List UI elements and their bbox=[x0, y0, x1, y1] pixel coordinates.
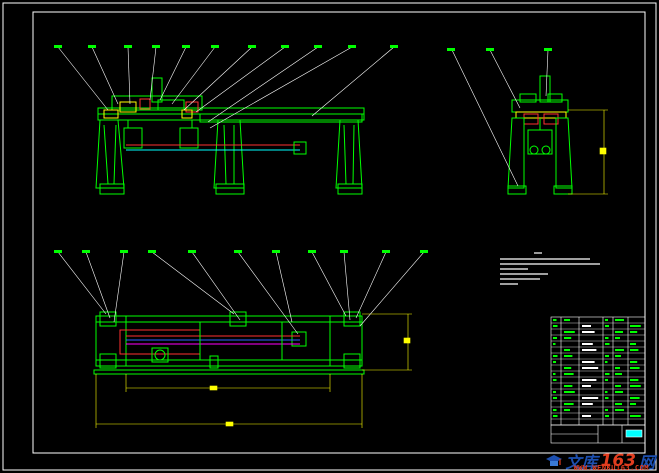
parts-list-cell-mark bbox=[553, 355, 558, 357]
parts-list-cell-mark bbox=[553, 373, 556, 375]
parts-list-cell-mark bbox=[630, 385, 641, 387]
parts-list-cell-mark bbox=[630, 361, 638, 363]
parts-list-cell-mark bbox=[564, 367, 572, 369]
parts-list-cell-mark bbox=[582, 325, 591, 327]
parts-list-cell-mark bbox=[615, 373, 622, 375]
parts-list-cell-mark bbox=[564, 349, 570, 351]
parts-list-cell-mark bbox=[582, 349, 597, 351]
parts-list-cell-mark bbox=[615, 391, 623, 393]
parts-list-cell-mark bbox=[630, 415, 641, 417]
front-elevation-view bbox=[95, 77, 365, 195]
parts-list-cell-mark bbox=[605, 409, 608, 411]
parts-list-cell-mark bbox=[615, 349, 624, 351]
parts-list-cell-mark bbox=[615, 385, 621, 387]
parts-list-cell-mark bbox=[615, 355, 621, 357]
parts-list-cell-mark bbox=[582, 385, 591, 387]
parts-list-cell-mark bbox=[564, 355, 573, 357]
side-view-balloons bbox=[447, 48, 552, 51]
parts-list-cell-mark bbox=[553, 391, 556, 393]
parts-list-cell-mark bbox=[605, 337, 609, 339]
parts-list-cell-mark bbox=[605, 373, 610, 375]
parts-list-cell-mark bbox=[630, 349, 639, 351]
parts-list-cell-mark bbox=[553, 319, 557, 321]
parts-list-cell-mark bbox=[553, 409, 557, 411]
parts-list-text-marks bbox=[553, 319, 641, 417]
parts-list-cell-mark bbox=[564, 373, 574, 375]
parts-list-cell-mark bbox=[582, 403, 593, 405]
sheet-outer-border bbox=[2, 2, 657, 471]
parts-list-cell-mark bbox=[582, 397, 599, 399]
parts-list-cell-mark bbox=[553, 325, 558, 327]
front-view-leader-lines bbox=[57, 46, 395, 129]
parts-list-cell-mark bbox=[564, 403, 574, 405]
plan-view-balloons bbox=[54, 250, 428, 253]
sheet-inner-border bbox=[32, 11, 646, 454]
parts-list-cell-mark bbox=[630, 379, 639, 381]
parts-list-cell-mark bbox=[553, 415, 558, 417]
parts-list-cell-mark bbox=[564, 331, 575, 333]
watermark: 文库 163 网 WWW.WENKU163.COM bbox=[546, 451, 655, 472]
parts-list-cell-mark bbox=[605, 361, 608, 363]
parts-list-cell-mark bbox=[553, 397, 557, 399]
parts-list-cell-mark bbox=[582, 415, 591, 417]
title-block bbox=[550, 424, 646, 444]
parts-list-cell-mark bbox=[564, 319, 570, 321]
cad-drawing-sheet bbox=[2, 2, 657, 471]
parts-list-cell-mark bbox=[605, 319, 608, 321]
parts-list-cell-mark bbox=[553, 361, 556, 363]
parts-list-cell-mark bbox=[630, 403, 636, 405]
parts-list-cell-mark bbox=[630, 331, 638, 333]
parts-list-cell-mark bbox=[605, 355, 609, 357]
graduation-cap-icon bbox=[546, 455, 563, 466]
parts-list-cell-mark bbox=[630, 325, 641, 327]
parts-list-cell-mark bbox=[630, 397, 640, 399]
front-view-balloons bbox=[54, 45, 398, 48]
parts-list-cell-mark bbox=[605, 343, 610, 345]
parts-list-cell-mark bbox=[615, 331, 623, 333]
technical-notes bbox=[500, 252, 600, 285]
parts-list-cell-mark bbox=[630, 343, 636, 345]
parts-list-cell-mark bbox=[553, 343, 556, 345]
parts-list-cell-mark bbox=[582, 379, 597, 381]
parts-list-cell-mark bbox=[582, 331, 595, 333]
parts-list-cell-mark bbox=[630, 367, 640, 369]
parts-list-cell-mark bbox=[582, 343, 593, 345]
parts-list-cell-mark bbox=[605, 391, 608, 393]
parts-list-cell-mark bbox=[564, 409, 570, 411]
watermark-url: WWW.WENKU163.COM bbox=[573, 464, 649, 472]
parts-list-cell-mark bbox=[615, 409, 624, 411]
parts-list-cell-mark bbox=[553, 337, 557, 339]
parts-list-cell-mark bbox=[615, 403, 622, 405]
parts-list-cell-mark bbox=[564, 391, 575, 393]
parts-list-cell-mark bbox=[615, 319, 624, 321]
parts-list-cell-mark bbox=[615, 367, 620, 369]
parts-list-cell-mark bbox=[605, 325, 609, 327]
parts-list-cell-mark bbox=[582, 361, 595, 363]
parts-list-cell-mark bbox=[564, 337, 572, 339]
side-elevation-view bbox=[507, 75, 573, 195]
parts-list-cell-mark bbox=[615, 337, 620, 339]
parts-list-cell-mark bbox=[553, 379, 557, 381]
plan-view-dimensions bbox=[95, 313, 412, 428]
parts-list-cell-mark bbox=[605, 379, 608, 381]
plan-view bbox=[93, 311, 365, 375]
side-view-dimension bbox=[568, 109, 608, 195]
parts-list-cell-mark bbox=[605, 397, 609, 399]
parts-list-cell-mark bbox=[564, 385, 573, 387]
parts-list-cell-mark bbox=[605, 415, 609, 417]
parts-list-cell-mark bbox=[582, 367, 599, 369]
